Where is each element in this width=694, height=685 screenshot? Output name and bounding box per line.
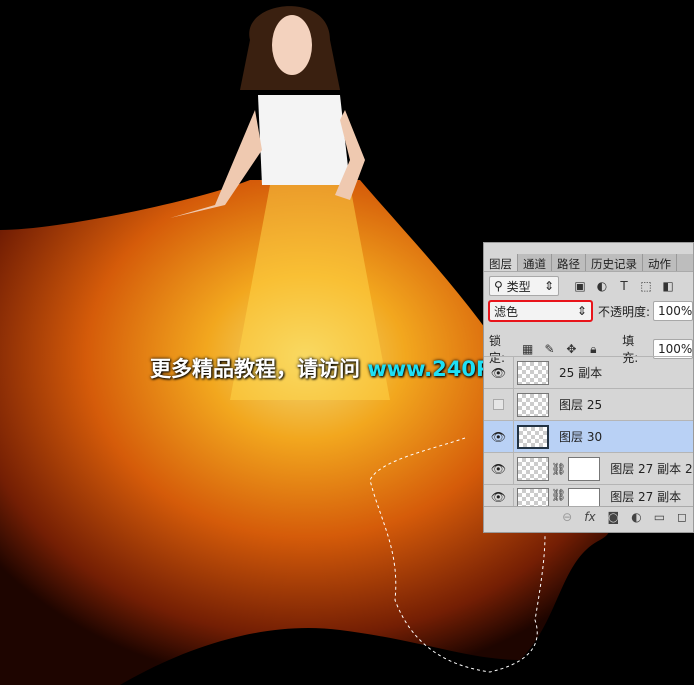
blend-mode-select[interactable]: 滤色 ⇕ [488, 300, 593, 322]
layer-thumbnail [517, 456, 549, 481]
shape-filter-icon[interactable]: ⬚ [639, 279, 653, 293]
panel-bottom-bar: ⊖ fx ◙ ◐ ▭ ◻ [484, 506, 693, 526]
eye-icon[interactable]: 👁︎ [484, 453, 514, 484]
layer-row[interactable]: 👁︎ ⛓︎ 图层 27 副本 2 [484, 452, 693, 484]
layer-row[interactable]: 👁︎ ⛓︎ 图层 27 副本 [484, 484, 693, 506]
layer-name: 图层 27 副本 2 [610, 462, 693, 476]
opacity-input[interactable]: 100% [653, 301, 693, 321]
tab-layers[interactable]: 图层 [484, 254, 518, 271]
smart-object-filter-icon[interactable]: ◧ [661, 279, 675, 293]
layer-mask-thumbnail [568, 456, 601, 481]
layer-thumbnail [517, 424, 549, 449]
layer-mask-thumbnail [568, 488, 601, 506]
layer-thumbnail [517, 488, 549, 506]
opacity-label: 不透明度: [597, 304, 650, 319]
layer-row[interactable]: 图层 25 [484, 388, 693, 420]
brush-icon[interactable]: ✎ [543, 342, 557, 356]
search-icon: ⚲ [494, 279, 503, 293]
layer-row-selected[interactable]: 👁︎ 图层 30 [484, 420, 693, 452]
mask-icon[interactable]: ◙ [608, 510, 620, 524]
tab-history[interactable]: 历史记录 [586, 254, 643, 271]
panel-tabs: 图层 通道 路径 历史记录 动作 [484, 254, 693, 272]
eye-icon[interactable]: 👁︎ [484, 488, 514, 506]
tab-paths[interactable]: 路径 [552, 254, 586, 271]
layer-thumbnail [517, 392, 549, 417]
layer-thumbnail [517, 360, 549, 385]
adjustment-icon[interactable]: ◐ [631, 510, 641, 524]
type-filter-icon[interactable]: T [617, 279, 631, 293]
layer-name: 图层 30 [559, 430, 603, 444]
watermark-text: 更多精品教程，请访问 [150, 357, 368, 381]
new-layer-icon[interactable]: ◻ [677, 510, 687, 524]
chain-link-icon: ⛓︎ [551, 488, 567, 502]
layer-row[interactable]: 👁︎ 25 副本 [484, 356, 693, 388]
layer-name: 图层 25 [559, 398, 603, 412]
image-filter-icon[interactable]: ▣ [573, 279, 587, 293]
visibility-toggle-off[interactable] [484, 389, 514, 420]
eye-icon[interactable]: 👁︎ [484, 357, 514, 388]
link-icon[interactable]: ⊖ [562, 510, 572, 524]
updown-icon: ⇕ [543, 279, 554, 293]
tab-channels[interactable]: 通道 [518, 254, 552, 271]
eye-icon[interactable]: 👁︎ [484, 421, 514, 452]
chain-link-icon: ⛓︎ [551, 461, 567, 476]
filter-kind-value: 类型 [506, 279, 531, 294]
move-icon[interactable]: ✥ [564, 342, 578, 356]
fx-icon[interactable]: fx [584, 510, 595, 524]
folder-icon[interactable]: ▭ [654, 510, 665, 524]
lock-icon[interactable]: 🔒︎ [586, 342, 600, 356]
updown-icon: ⇕ [576, 304, 587, 318]
filter-kind-select[interactable]: ⚲ 类型 ⇕ [489, 276, 559, 296]
tab-actions[interactable]: 动作 [643, 254, 677, 271]
lock-transparent-icon[interactable]: ▦ [521, 342, 535, 356]
blend-mode-value: 滤色 [494, 304, 519, 319]
layer-name: 25 副本 [559, 366, 603, 380]
adjustment-filter-icon[interactable]: ◐ [595, 279, 609, 293]
layers-panel: 图层 通道 路径 历史记录 动作 ⚲ 类型 ⇕ ▣ ◐ T ⬚ ◧ 滤色 ⇕ 不透明… [483, 242, 694, 533]
layer-name: 图层 27 副本 [610, 490, 682, 504]
